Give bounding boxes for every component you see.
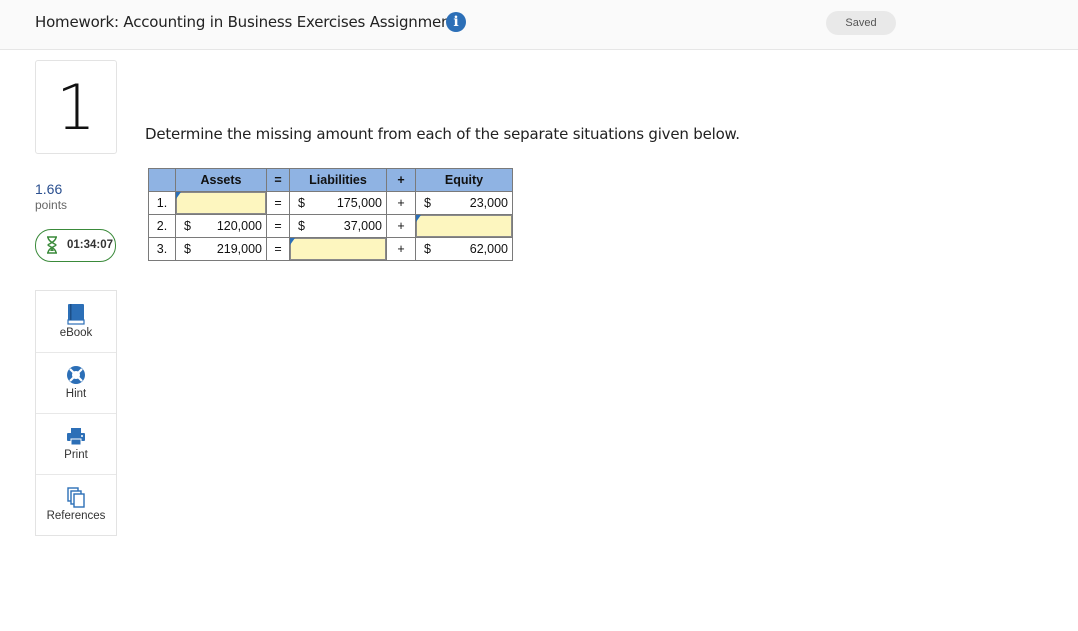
points-value: 1.66 [35,181,63,197]
header-equity: Equity [415,168,513,192]
plus-sign: + [386,191,416,215]
equals-sign: = [266,214,290,238]
timer[interactable]: 01:34:07 [35,229,116,262]
hourglass-icon [47,236,57,254]
table-row: 2. $ 120,000 = $ 37,000 + [148,214,513,238]
print-label: Print [64,449,88,461]
equals-sign: = [266,191,290,215]
liabilities-input-cell[interactable] [289,237,387,261]
header-blank [148,168,176,192]
row-number: 3. [148,237,176,261]
equals-sign: = [266,237,290,261]
lifebuoy-icon [67,366,85,384]
table-row: 1. = $ 175,000 + $ 23,000 [148,191,513,215]
assets-value: 120,000 [204,214,267,238]
saved-status-badge: Saved [826,11,896,35]
documents-icon [67,487,85,508]
points-label: points [35,198,68,212]
liabilities-currency: $ [289,191,318,215]
assets-input-cell[interactable] [175,191,267,215]
question-prompt: Determine the missing amount from each o… [145,125,740,143]
question-number: 1 [56,71,96,144]
ebook-button[interactable]: eBook [36,291,116,353]
question-number-box: 1 [35,60,117,154]
row-number: 2. [148,214,176,238]
printer-icon [67,428,85,446]
liabilities-input[interactable] [290,238,386,260]
liabilities-currency: $ [289,214,318,238]
equity-currency: $ [415,237,444,261]
references-button[interactable]: References [36,474,116,535]
table-row: 3. $ 219,000 = + $ 62,000 [148,237,513,261]
timer-text: 01:34:07 [67,239,114,251]
plus-sign: + [386,237,416,261]
assignment-header: Homework: Accounting in Business Exercis… [0,0,1078,50]
hint-button[interactable]: Hint [36,352,116,414]
equity-currency: $ [415,191,444,215]
liabilities-value: 37,000 [318,214,387,238]
assets-currency: $ [175,237,204,261]
assets-input[interactable] [176,192,266,214]
plus-sign: + [386,214,416,238]
header-plus: + [386,168,416,192]
equity-input[interactable] [416,215,512,237]
references-label: References [46,510,106,522]
assignment-title: Homework: Accounting in Business Exercis… [35,13,457,31]
accounting-equation-table: Assets = Liabilities + Equity 1. = $ 175… [148,168,513,261]
header-liabilities: Liabilities [289,168,387,192]
equity-value: 62,000 [444,237,513,261]
header-equals: = [266,168,290,192]
header-assets: Assets [175,168,267,192]
equity-value: 23,000 [444,191,513,215]
assets-value: 219,000 [204,237,267,261]
hint-label: Hint [65,388,87,400]
row-number: 1. [148,191,176,215]
assets-currency: $ [175,214,204,238]
liabilities-value: 175,000 [318,191,387,215]
book-icon [67,304,85,325]
equity-input-cell[interactable] [415,214,513,238]
table-header-row: Assets = Liabilities + Equity [148,168,513,192]
tools-panel: eBook Hint Print References [35,290,117,536]
print-button[interactable]: Print [36,413,116,475]
ebook-label: eBook [59,327,93,339]
info-icon[interactable]: i [446,12,466,32]
